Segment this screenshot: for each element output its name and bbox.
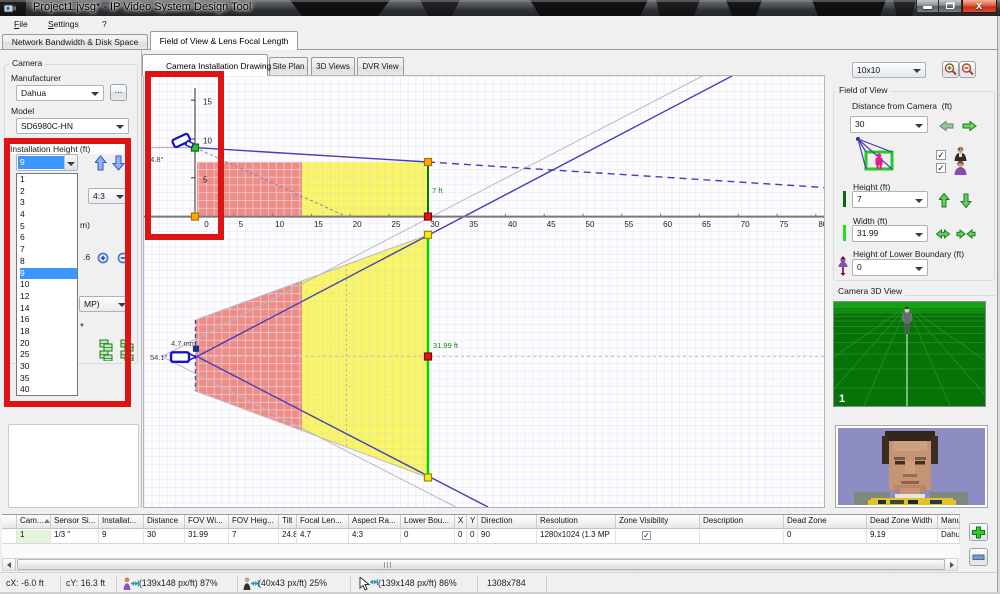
svg-text:40: 40	[508, 220, 517, 229]
svg-text:7 ft: 7 ft	[432, 186, 443, 195]
svg-text:50: 50	[586, 220, 595, 229]
svg-text:55: 55	[624, 220, 633, 229]
svg-text:5: 5	[239, 220, 244, 229]
svg-text:25: 25	[392, 220, 401, 229]
svg-text:70: 70	[741, 220, 750, 229]
svg-text:4.7 mm: 4.7 mm	[171, 339, 196, 348]
svg-text:75: 75	[780, 220, 789, 229]
svg-text:45: 45	[547, 220, 556, 229]
svg-text:10: 10	[275, 220, 284, 229]
svg-text:15: 15	[314, 220, 323, 229]
svg-text:35: 35	[469, 220, 478, 229]
svg-text:80: 80	[818, 220, 824, 229]
svg-text:60: 60	[663, 220, 672, 229]
svg-text:1: 1	[839, 393, 845, 405]
svg-text:20: 20	[353, 220, 362, 229]
svg-text:65: 65	[702, 220, 711, 229]
svg-text:54.1°: 54.1°	[150, 353, 168, 362]
svg-text:30: 30	[430, 220, 439, 229]
svg-text:31.99 ft: 31.99 ft	[433, 341, 459, 350]
